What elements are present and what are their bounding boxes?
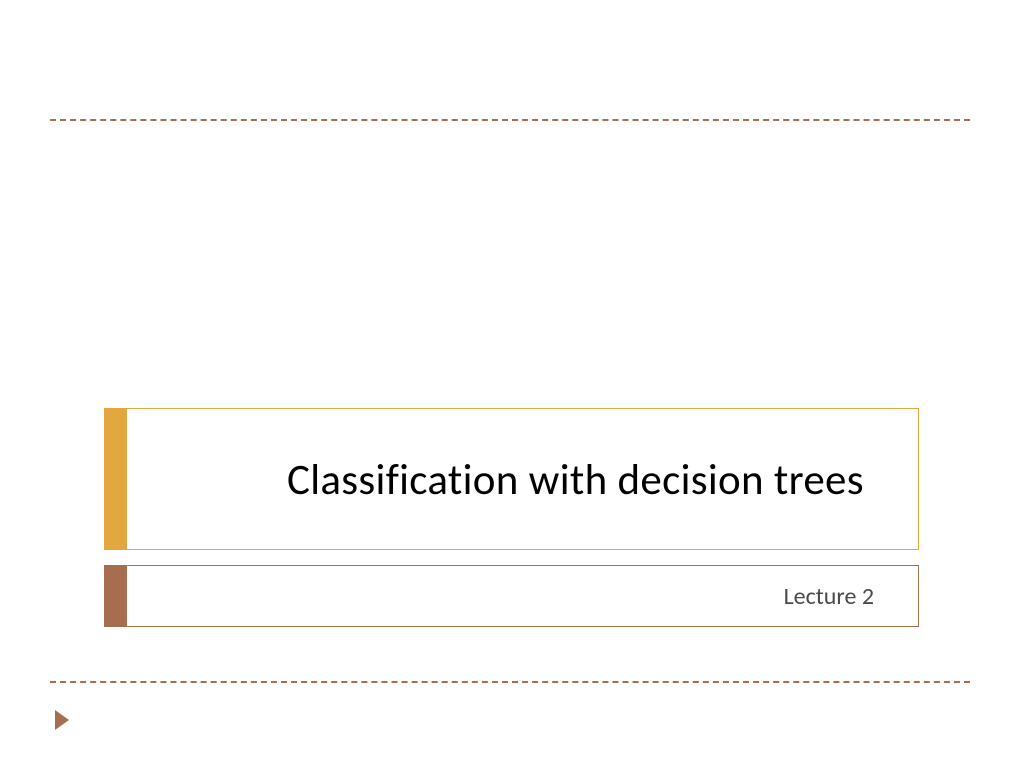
subtitle-box: Lecture 2: [104, 565, 919, 627]
play-arrow-icon: [55, 710, 69, 730]
slide-title: Classification with decision trees: [127, 409, 918, 549]
top-divider: [50, 119, 970, 121]
bottom-divider: [50, 681, 970, 683]
title-box: Classification with decision trees: [104, 408, 919, 550]
title-accent-bar: [105, 409, 127, 549]
slide-subtitle: Lecture 2: [127, 566, 918, 626]
subtitle-accent-bar: [105, 566, 127, 626]
